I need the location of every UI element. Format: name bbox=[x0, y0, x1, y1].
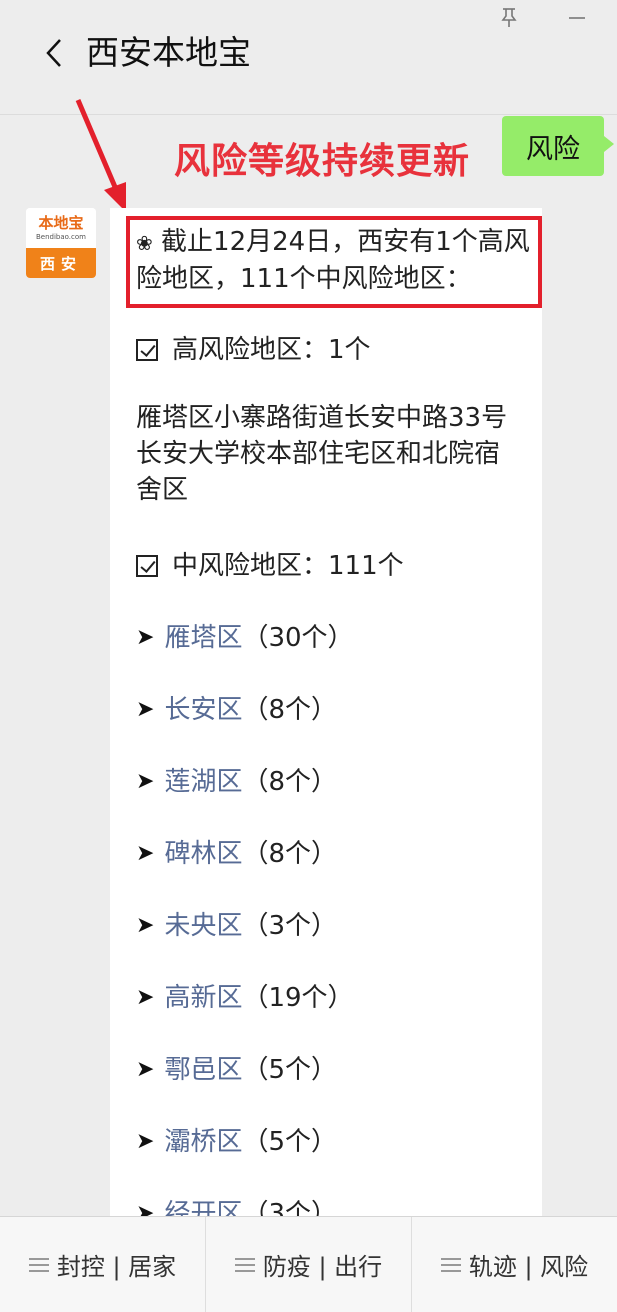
chat-title: 西安本地宝 bbox=[86, 33, 251, 72]
avatar-logo-sub: Bendibao.com bbox=[35, 233, 86, 241]
minimize-icon bbox=[569, 17, 585, 19]
district-name-link[interactable]: 长安区 bbox=[164, 692, 242, 728]
district-count: （30个） bbox=[242, 623, 354, 653]
high-risk-label: 高风险地区：1个 bbox=[172, 335, 371, 365]
minimize-button[interactable] bbox=[566, 6, 588, 28]
chat-header: 西安本地宝 bbox=[0, 0, 617, 115]
pin-icon bbox=[501, 8, 517, 27]
district-item[interactable]: ➤ 鄠邑区 （5个） bbox=[136, 1052, 337, 1088]
district-item[interactable]: ➤ 雁塔区 （30个） bbox=[136, 620, 354, 656]
avatar-city: 西安 bbox=[26, 248, 96, 278]
district-count: （8个） bbox=[242, 839, 337, 869]
avatar[interactable]: 本地宝 Bendibao.com 西安 bbox=[26, 208, 96, 278]
arrow-bullet-icon: ➤ bbox=[136, 697, 155, 722]
district-name-link[interactable]: 未央区 bbox=[164, 908, 242, 944]
district-count: （3个） bbox=[242, 911, 337, 941]
mid-risk-heading: 中风险地区：111个 bbox=[136, 548, 404, 584]
district-count: （8个） bbox=[242, 767, 337, 797]
bottom-menu: 封控 | 居家 防疫 | 出行 轨迹 | 风险 bbox=[0, 1216, 617, 1312]
checkbox-icon bbox=[136, 339, 158, 361]
district-count: （5个） bbox=[242, 1055, 337, 1085]
menu-label: 防疫 | 出行 bbox=[262, 1253, 383, 1281]
menu-lines-icon bbox=[28, 1254, 49, 1276]
arrow-bullet-icon: ➤ bbox=[136, 769, 155, 794]
intro-text: ❀ 截止12月24日，西安有1个高风险地区，111个中风险地区： bbox=[136, 224, 532, 297]
flower-icon: ❀ bbox=[136, 231, 153, 255]
menu-label: 封控 | 居家 bbox=[56, 1253, 177, 1281]
menu-lines-icon bbox=[440, 1254, 461, 1276]
arrow-bullet-icon: ➤ bbox=[136, 625, 155, 650]
avatar-logo-text: 本地宝 bbox=[38, 214, 84, 232]
menu-label: 轨迹 | 风险 bbox=[468, 1253, 589, 1281]
intro-body: 截止12月24日，西安有1个高风险地区，111个中风险地区： bbox=[136, 227, 530, 294]
arrow-bullet-icon: ➤ bbox=[136, 985, 155, 1010]
district-name-link[interactable]: 莲湖区 bbox=[164, 764, 242, 800]
arrow-bullet-icon: ➤ bbox=[136, 1057, 155, 1082]
menu-item-prevention[interactable]: 防疫 | 出行 bbox=[206, 1217, 412, 1312]
chevron-left-icon bbox=[46, 39, 61, 67]
high-risk-address: 雁塔区小寨路街道长安中路33号长安大学校本部住宅区和北院宿舍区 bbox=[136, 403, 508, 505]
checkbox-icon bbox=[136, 555, 158, 577]
district-item[interactable]: ➤ 碑林区 （8个） bbox=[136, 836, 337, 872]
menu-item-tracking[interactable]: 轨迹 | 风险 bbox=[412, 1217, 617, 1312]
menu-lines-icon bbox=[234, 1254, 255, 1276]
district-item[interactable]: ➤ 未央区 （3个） bbox=[136, 908, 337, 944]
district-item[interactable]: ➤ 高新区 （19个） bbox=[136, 980, 354, 1016]
user-reply-bubble[interactable]: 风险 bbox=[502, 116, 614, 176]
arrow-bullet-icon: ➤ bbox=[136, 841, 155, 866]
district-count: （5个） bbox=[242, 1127, 337, 1157]
reply-text: 风险 bbox=[526, 133, 580, 165]
district-name-link[interactable]: 鄠邑区 bbox=[164, 1052, 242, 1088]
district-item[interactable]: ➤ 莲湖区 （8个） bbox=[136, 764, 337, 800]
district-name-link[interactable]: 灞桥区 bbox=[164, 1124, 242, 1160]
annotation-title: 风险等级持续更新 bbox=[174, 141, 471, 182]
district-item[interactable]: ➤ 长安区 （8个） bbox=[136, 692, 337, 728]
arrow-bullet-icon: ➤ bbox=[136, 1129, 155, 1154]
back-button[interactable] bbox=[34, 30, 74, 76]
district-item[interactable]: ➤ 灞桥区 （5个） bbox=[136, 1124, 337, 1160]
district-name-link[interactable]: 雁塔区 bbox=[164, 620, 242, 656]
menu-item-lockdown[interactable]: 封控 | 居家 bbox=[0, 1217, 206, 1312]
arrow-bullet-icon: ➤ bbox=[136, 913, 155, 938]
district-name-link[interactable]: 高新区 bbox=[164, 980, 242, 1016]
pin-button[interactable] bbox=[498, 6, 520, 28]
mid-risk-label: 中风险地区：111个 bbox=[172, 551, 404, 581]
district-count: （19个） bbox=[242, 983, 354, 1013]
district-count: （8个） bbox=[242, 695, 337, 725]
high-risk-heading: 高风险地区：1个 bbox=[136, 332, 371, 368]
district-name-link[interactable]: 碑林区 bbox=[164, 836, 242, 872]
